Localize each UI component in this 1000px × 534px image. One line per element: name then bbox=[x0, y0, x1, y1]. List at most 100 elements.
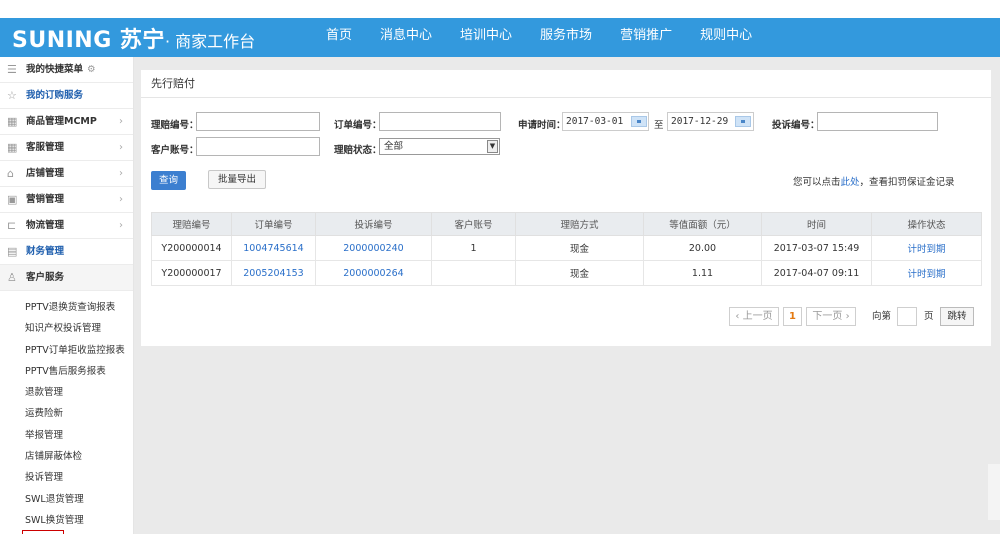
column-header: 投诉编号 bbox=[315, 212, 432, 236]
column-header: 操作状态 bbox=[871, 212, 982, 236]
nav-training[interactable]: 培训中心 bbox=[460, 24, 512, 43]
logo-main: SUNING 苏宁 bbox=[12, 28, 165, 53]
method-cell: 现金 bbox=[515, 235, 644, 261]
export-button[interactable]: 批量导出 bbox=[208, 170, 266, 189]
column-header: 时间 bbox=[761, 212, 872, 236]
nav-service-market[interactable]: 服务市场 bbox=[540, 24, 592, 43]
sidebar-subitem[interactable]: 店铺屏蔽体检 bbox=[0, 446, 133, 467]
nav-messages[interactable]: 消息中心 bbox=[380, 24, 432, 43]
grid-icon: ▦ bbox=[7, 141, 18, 154]
goto-button[interactable]: 跳转 bbox=[940, 307, 974, 326]
sidebar-subitem[interactable]: SWL换货管理 bbox=[0, 510, 133, 531]
scroll-strip bbox=[988, 464, 1000, 520]
chevron-down-icon: ▼ bbox=[487, 140, 498, 153]
sidebar-subitem[interactable]: PPTV退换货查询报表 bbox=[0, 297, 133, 318]
column-header: 等值面额（元） bbox=[643, 212, 762, 236]
chevron-right-icon: › bbox=[842, 311, 850, 322]
status-link[interactable]: 计时到期 bbox=[871, 260, 982, 286]
complaint-no-label: 投诉编号： bbox=[772, 120, 820, 131]
hint-prefix: 您可以点击 bbox=[793, 177, 841, 188]
prev-page-button[interactable]: ‹ 上一页 bbox=[729, 307, 779, 326]
sidebar-item-label: 物流管理 bbox=[26, 220, 65, 231]
grid-icon: ▦ bbox=[7, 115, 18, 128]
sidebar-subitem[interactable]: SWL退货管理 bbox=[0, 489, 133, 510]
sidebar-item-customer-service[interactable]: ♙ 客户服务 bbox=[0, 265, 133, 291]
user-icon: ♙ bbox=[7, 271, 17, 284]
chevron-right-icon: › bbox=[119, 220, 123, 231]
sidebar-item-marketing[interactable]: ▣ 营销管理 › bbox=[0, 187, 133, 213]
claim-no-cell: Y200000014 bbox=[151, 235, 232, 261]
sidebar-item-label: 我的订购服务 bbox=[26, 90, 84, 101]
page-title: 先行赔付 bbox=[141, 70, 991, 98]
sidebar-item-label: 财务管理 bbox=[26, 246, 65, 257]
table-row: Y200000017 2005204153 2000000264 现金 1.11… bbox=[151, 260, 982, 286]
customer-cell: 1 bbox=[431, 235, 516, 261]
nav-rules[interactable]: 规则中心 bbox=[700, 24, 752, 43]
claim-no-input[interactable] bbox=[196, 112, 320, 131]
sidebar-item-customer-service-mgmt[interactable]: ▦ 客服管理 › bbox=[0, 135, 133, 161]
nav-marketing[interactable]: 营销推广 bbox=[620, 24, 672, 43]
complaint-no-link[interactable]: 2000000240 bbox=[315, 235, 432, 261]
main-content: 先行赔付 理赔编号： 订单编号： 申请时间： 2017-03-01 至 2017… bbox=[134, 57, 1000, 534]
sidebar-item-label: 店铺管理 bbox=[26, 168, 65, 179]
column-header: 客户账号 bbox=[431, 212, 516, 236]
sidebar-subitem[interactable]: PPTV订单拒收监控报表 bbox=[0, 340, 133, 361]
next-page-button[interactable]: 下一页 › bbox=[806, 307, 856, 326]
order-no-link[interactable]: 2005204153 bbox=[231, 260, 316, 286]
sidebar-subitem[interactable]: 举报管理 bbox=[0, 425, 133, 446]
complaint-no-link[interactable]: 2000000264 bbox=[315, 260, 432, 286]
sidebar-subitem[interactable]: 运费险新 bbox=[0, 403, 133, 424]
sidebar-item-label: 客服管理 bbox=[26, 142, 65, 153]
table-row: Y200000014 1004745614 2000000240 1 现金 20… bbox=[151, 235, 982, 261]
status-select[interactable]: 全部 ▼ bbox=[379, 138, 500, 155]
goto-page-input[interactable] bbox=[897, 307, 917, 326]
order-no-label: 订单编号： bbox=[334, 120, 382, 131]
query-button[interactable]: 查询 bbox=[151, 171, 186, 190]
hint-suffix: ，查看扣罚保证金记录 bbox=[859, 177, 955, 188]
goto-prefix: 向第 bbox=[872, 311, 892, 322]
calendar-icon[interactable] bbox=[735, 116, 751, 127]
highlight-box bbox=[22, 530, 64, 534]
goto-suffix: 页 bbox=[924, 311, 934, 322]
sidebar-item-product-mcmp[interactable]: ▦ 商品管理MCMP › bbox=[0, 109, 133, 135]
amount-cell: 1.11 bbox=[643, 260, 762, 286]
nav-home[interactable]: 首页 bbox=[326, 24, 352, 43]
hint-link[interactable]: 此处 bbox=[841, 177, 860, 188]
customer-label: 客户账号： bbox=[151, 145, 199, 156]
chevron-right-icon: › bbox=[119, 142, 123, 153]
sidebar-item-logistics[interactable]: ⊏ 物流管理 › bbox=[0, 213, 133, 239]
time-cell: 2017-04-07 09:11 bbox=[761, 260, 872, 286]
status-link[interactable]: 计时到期 bbox=[871, 235, 982, 261]
gear-icon[interactable]: ⚙ bbox=[87, 64, 96, 75]
sidebar-subitem[interactable]: PPTV售后服务报表 bbox=[0, 361, 133, 382]
amount-cell: 20.00 bbox=[643, 235, 762, 261]
column-header: 理赔方式 bbox=[515, 212, 644, 236]
complaint-no-input[interactable] bbox=[817, 112, 938, 131]
sidebar-subitem[interactable]: 退款管理 bbox=[0, 382, 133, 403]
column-header: 理赔编号 bbox=[151, 212, 232, 236]
sidebar-subitem[interactable]: 投诉管理 bbox=[0, 467, 133, 488]
deposit-hint: 您可以点击此处，查看扣罚保证金记录 bbox=[793, 174, 955, 188]
status-label: 理赔状态： bbox=[334, 145, 382, 156]
sidebar-item-label: 客户服务 bbox=[26, 272, 65, 283]
chevron-left-icon: ‹ bbox=[735, 311, 743, 322]
sidebar-item-store[interactable]: ⌂ 店铺管理 › bbox=[0, 161, 133, 187]
menu-icon: ☰ bbox=[7, 63, 17, 76]
claim-no-label: 理赔编号： bbox=[151, 120, 199, 131]
truck-icon: ⊏ bbox=[7, 219, 17, 232]
sidebar-item-finance[interactable]: ▤ 财务管理 bbox=[0, 239, 133, 265]
sidebar-item-subscribed[interactable]: ☆ 我的订购服务 bbox=[0, 83, 133, 109]
order-no-input[interactable] bbox=[379, 112, 501, 131]
top-bar: SUNING 苏宁· 商家工作台 首页 消息中心 培训中心 服务市场 营销推广 … bbox=[0, 0, 1000, 57]
sidebar-subitem[interactable]: 知识产权投诉管理 bbox=[0, 318, 133, 339]
current-page[interactable]: 1 bbox=[783, 307, 802, 326]
status-select-value: 全部 bbox=[384, 141, 404, 152]
claim-no-cell: Y200000017 bbox=[151, 260, 232, 286]
customer-input[interactable] bbox=[196, 137, 320, 156]
claim-panel: 先行赔付 理赔编号： 订单编号： 申请时间： 2017-03-01 至 2017… bbox=[141, 70, 991, 346]
top-nav: 首页 消息中心 培训中心 服务市场 营销推广 规则中心 bbox=[326, 24, 780, 43]
calendar-icon[interactable] bbox=[631, 116, 647, 127]
order-no-link[interactable]: 1004745614 bbox=[231, 235, 316, 261]
suning-logo[interactable]: SUNING 苏宁· 商家工作台 bbox=[12, 22, 255, 54]
sidebar-item-shortcut-menu[interactable]: ☰ 我的快捷菜单 ⚙ bbox=[0, 57, 133, 83]
